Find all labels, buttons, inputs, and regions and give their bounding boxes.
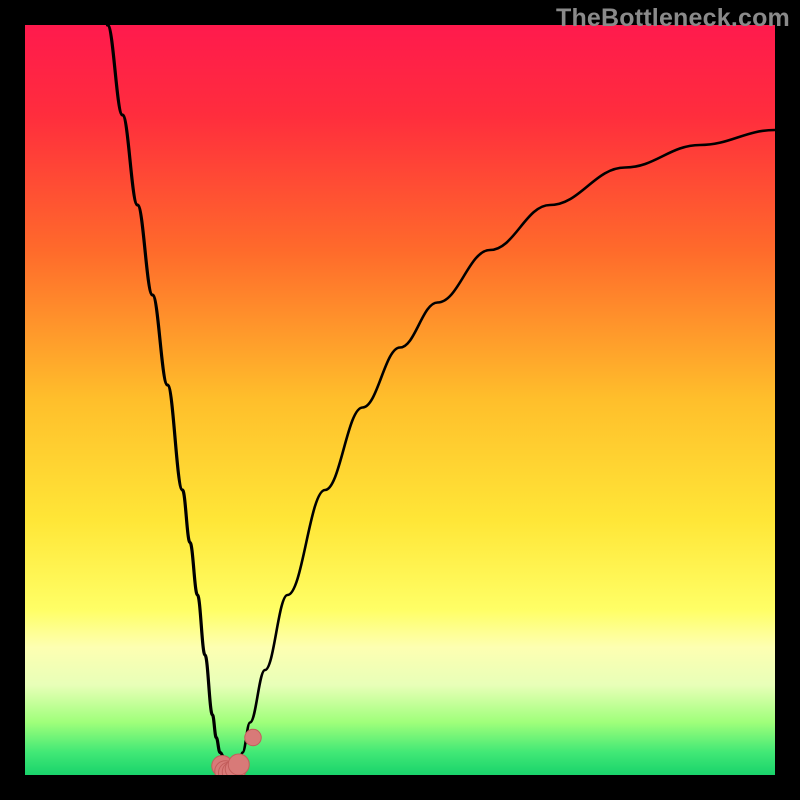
attribution-label: TheBottleneck.com bbox=[556, 4, 790, 33]
gradient-background bbox=[25, 25, 775, 775]
chart-svg bbox=[25, 25, 775, 775]
chart-frame: TheBottleneck.com bbox=[0, 0, 800, 800]
plot-area bbox=[25, 25, 775, 775]
data-marker bbox=[245, 729, 262, 746]
data-marker bbox=[228, 754, 249, 775]
